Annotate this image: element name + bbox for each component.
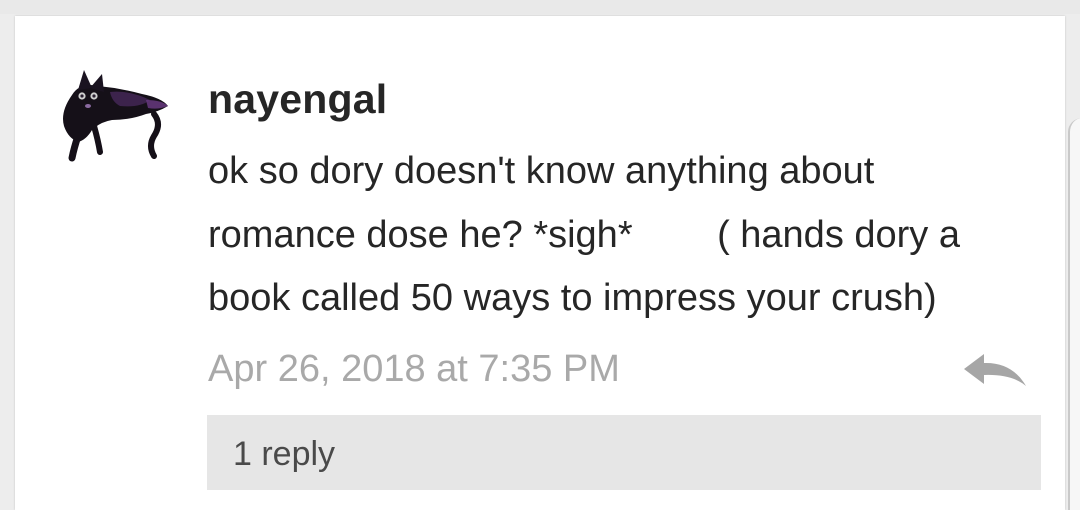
comment-body-line: book called 50 ways to impress your crus… [208,277,937,319]
comment-body: ok so dory doesn't know anything about r… [208,140,1058,331]
comment-timestamp: Apr 26, 2018 at 7:35 PM [208,348,620,390]
view-replies-button[interactable]: 1 reply [207,415,1041,490]
reply-arrow-icon[interactable] [960,352,1030,388]
black-cat-avatar-icon[interactable] [50,60,175,165]
replies-count-label: 1 reply [233,435,336,473]
comment-body-line: ok so dory doesn't know anything about [208,150,875,192]
adjacent-card-edge [1068,118,1080,510]
comment-username[interactable]: nayengal [208,76,387,123]
top-strip [0,0,1080,14]
comment-body-line: romance dose he? *sigh* ( hands dory a [208,213,960,256]
